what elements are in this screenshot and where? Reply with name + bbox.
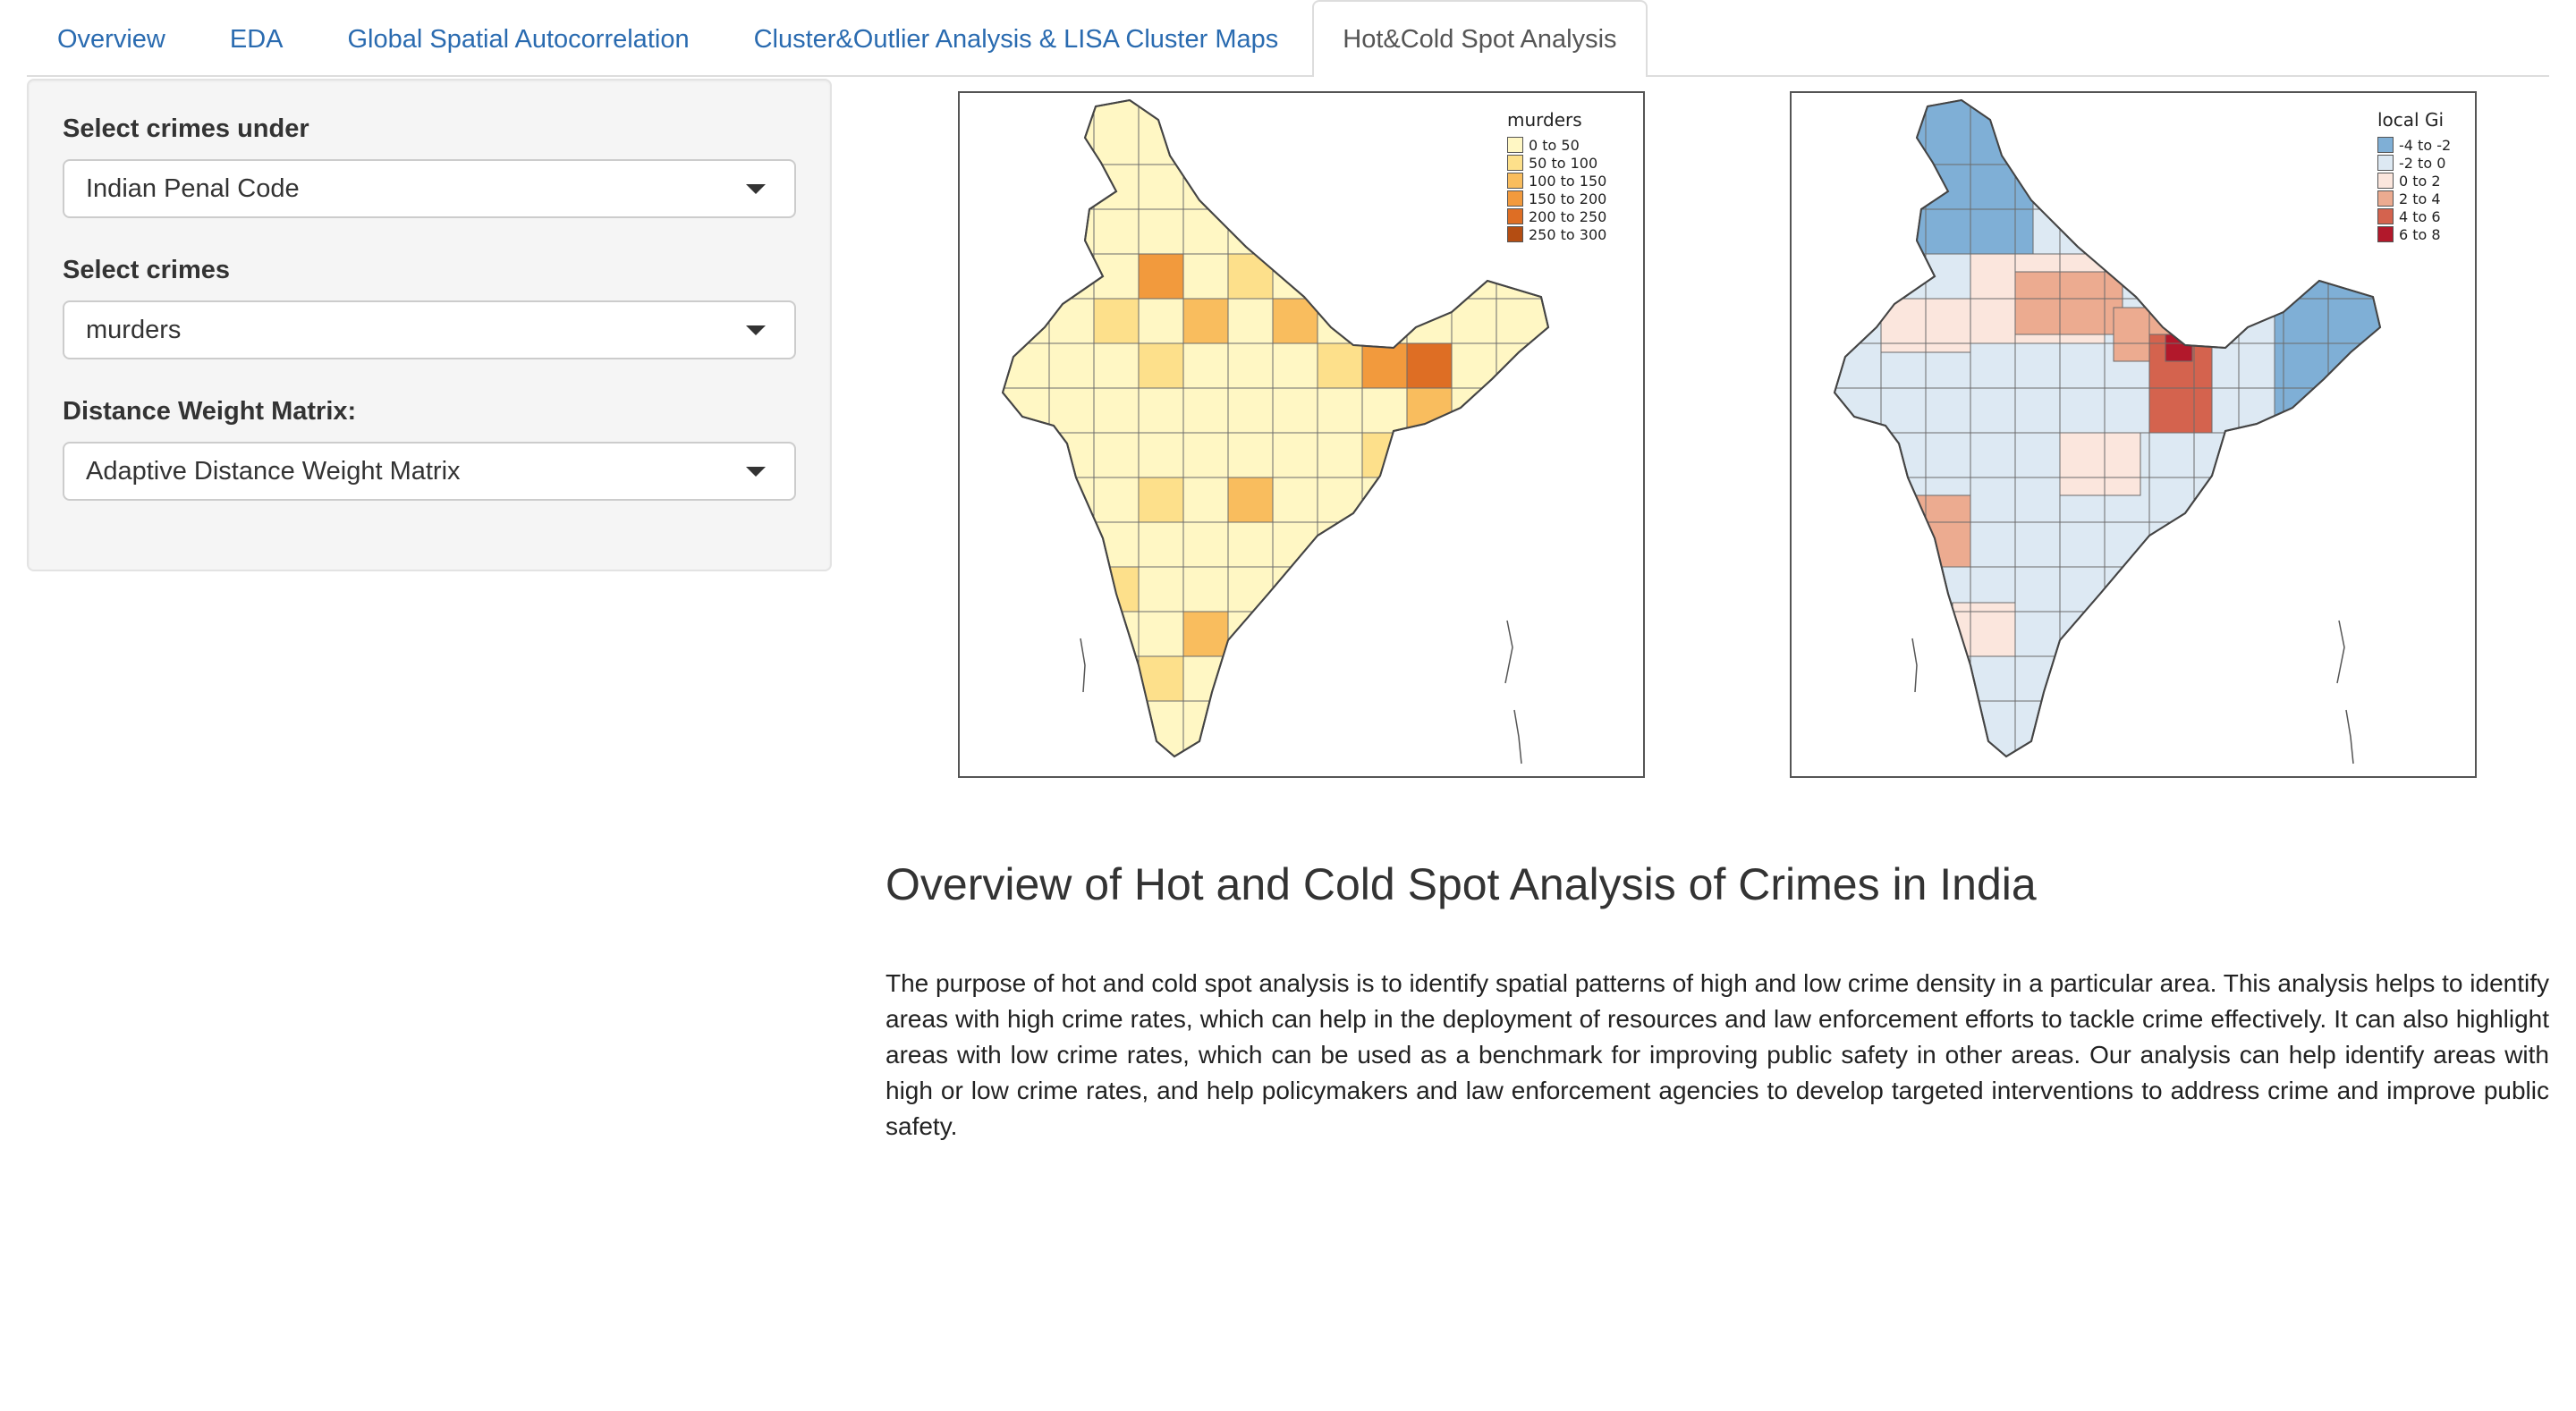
legend-label: 150 to 200 [1529, 190, 1607, 207]
legend-row: -2 to 0 [2377, 154, 2451, 172]
legend-swatch [2377, 190, 2394, 207]
legend-swatch [2377, 137, 2394, 153]
legend-swatch [2377, 226, 2394, 242]
legend-row: 250 to 300 [1507, 225, 1606, 243]
chevron-down-icon [746, 184, 766, 194]
legend-row: 4 to 6 [2377, 207, 2451, 225]
crime-select[interactable]: murders [63, 300, 796, 359]
legend-label: -2 to 0 [2399, 154, 2446, 172]
tab-cluster-outlier-analysis[interactable]: Cluster&Outlier Analysis & LISA Cluster … [724, 2, 1309, 75]
local-gi-map-graphic [1834, 99, 2381, 765]
crime-category-value: Indian Penal Code [86, 173, 300, 203]
legend-swatch [1507, 155, 1523, 171]
legend-swatch [2377, 208, 2394, 224]
legend-label: 0 to 50 [1529, 136, 1580, 154]
legend-label: 200 to 250 [1529, 207, 1607, 225]
legend-swatch [2377, 155, 2394, 171]
legend-row: 200 to 250 [1507, 207, 1606, 225]
legend-swatch [2377, 173, 2394, 189]
weight-matrix-select[interactable]: Adaptive Distance Weight Matrix [63, 442, 796, 501]
legend-label: 4 to 6 [2399, 207, 2441, 225]
legend-swatch [1507, 226, 1523, 242]
legend-row: 150 to 200 [1507, 190, 1606, 207]
local-gi-legend: local Gi -4 to -2 -2 to 0 0 to 2 2 to 4 … [2377, 109, 2451, 243]
crime-value: murders [86, 315, 182, 344]
chevron-down-icon [746, 325, 766, 335]
legend-label: -4 to -2 [2399, 136, 2452, 154]
legend-label: 0 to 2 [2399, 172, 2441, 190]
legend-row: 2 to 4 [2377, 190, 2451, 207]
legend-row: 0 to 50 [1507, 136, 1606, 154]
legend-label: 100 to 150 [1529, 172, 1607, 190]
chevron-down-icon [746, 467, 766, 477]
murders-legend: murders 0 to 50 50 to 100 100 to 150 150… [1507, 109, 1606, 243]
tab-hot-cold-spot-analysis[interactable]: Hot&Cold Spot Analysis [1312, 0, 1648, 77]
crime-category-label: Select crimes under [63, 114, 309, 143]
crime-label: Select crimes [63, 256, 231, 284]
legend-row: 100 to 150 [1507, 172, 1606, 190]
legend-swatch [1507, 173, 1523, 189]
weight-matrix-value: Adaptive Distance Weight Matrix [86, 456, 461, 486]
tab-global-spatial-autocorrelation[interactable]: Global Spatial Autocorrelation [318, 2, 720, 75]
tab-overview[interactable]: Overview [27, 2, 196, 75]
overview-title: Overview of Hot and Cold Spot Analysis o… [886, 859, 2037, 909]
legend-row: 50 to 100 [1507, 154, 1606, 172]
legend-label: 50 to 100 [1529, 154, 1598, 172]
overview-paragraph: The purpose of hot and cold spot analysi… [886, 969, 2549, 1140]
legend-label: 2 to 4 [2399, 190, 2441, 207]
legend-swatch [1507, 137, 1523, 153]
legend-row: 6 to 8 [2377, 225, 2451, 243]
murders-choropleth-map: murders 0 to 50 50 to 100 100 to 150 150… [958, 91, 1645, 778]
legend-swatch [1507, 190, 1523, 207]
legend-row: -4 to -2 [2377, 136, 2451, 154]
legend-label: 6 to 8 [2399, 225, 2441, 243]
sidebar-panel: Select crimes under Indian Penal Code Se… [27, 79, 832, 571]
crime-category-select[interactable]: Indian Penal Code [63, 159, 796, 218]
murders-legend-title: murders [1507, 109, 1582, 131]
tab-bar: Overview EDA Global Spatial Autocorrelat… [27, 0, 2549, 77]
weight-matrix-label: Distance Weight Matrix: [63, 397, 357, 426]
local-gi-map: local Gi -4 to -2 -2 to 0 0 to 2 2 to 4 … [1790, 91, 2477, 778]
tab-eda[interactable]: EDA [199, 2, 314, 75]
legend-row: 0 to 2 [2377, 172, 2451, 190]
local-gi-legend-title: local Gi [2377, 109, 2445, 131]
legend-swatch [1507, 208, 1523, 224]
legend-label: 250 to 300 [1529, 225, 1607, 243]
